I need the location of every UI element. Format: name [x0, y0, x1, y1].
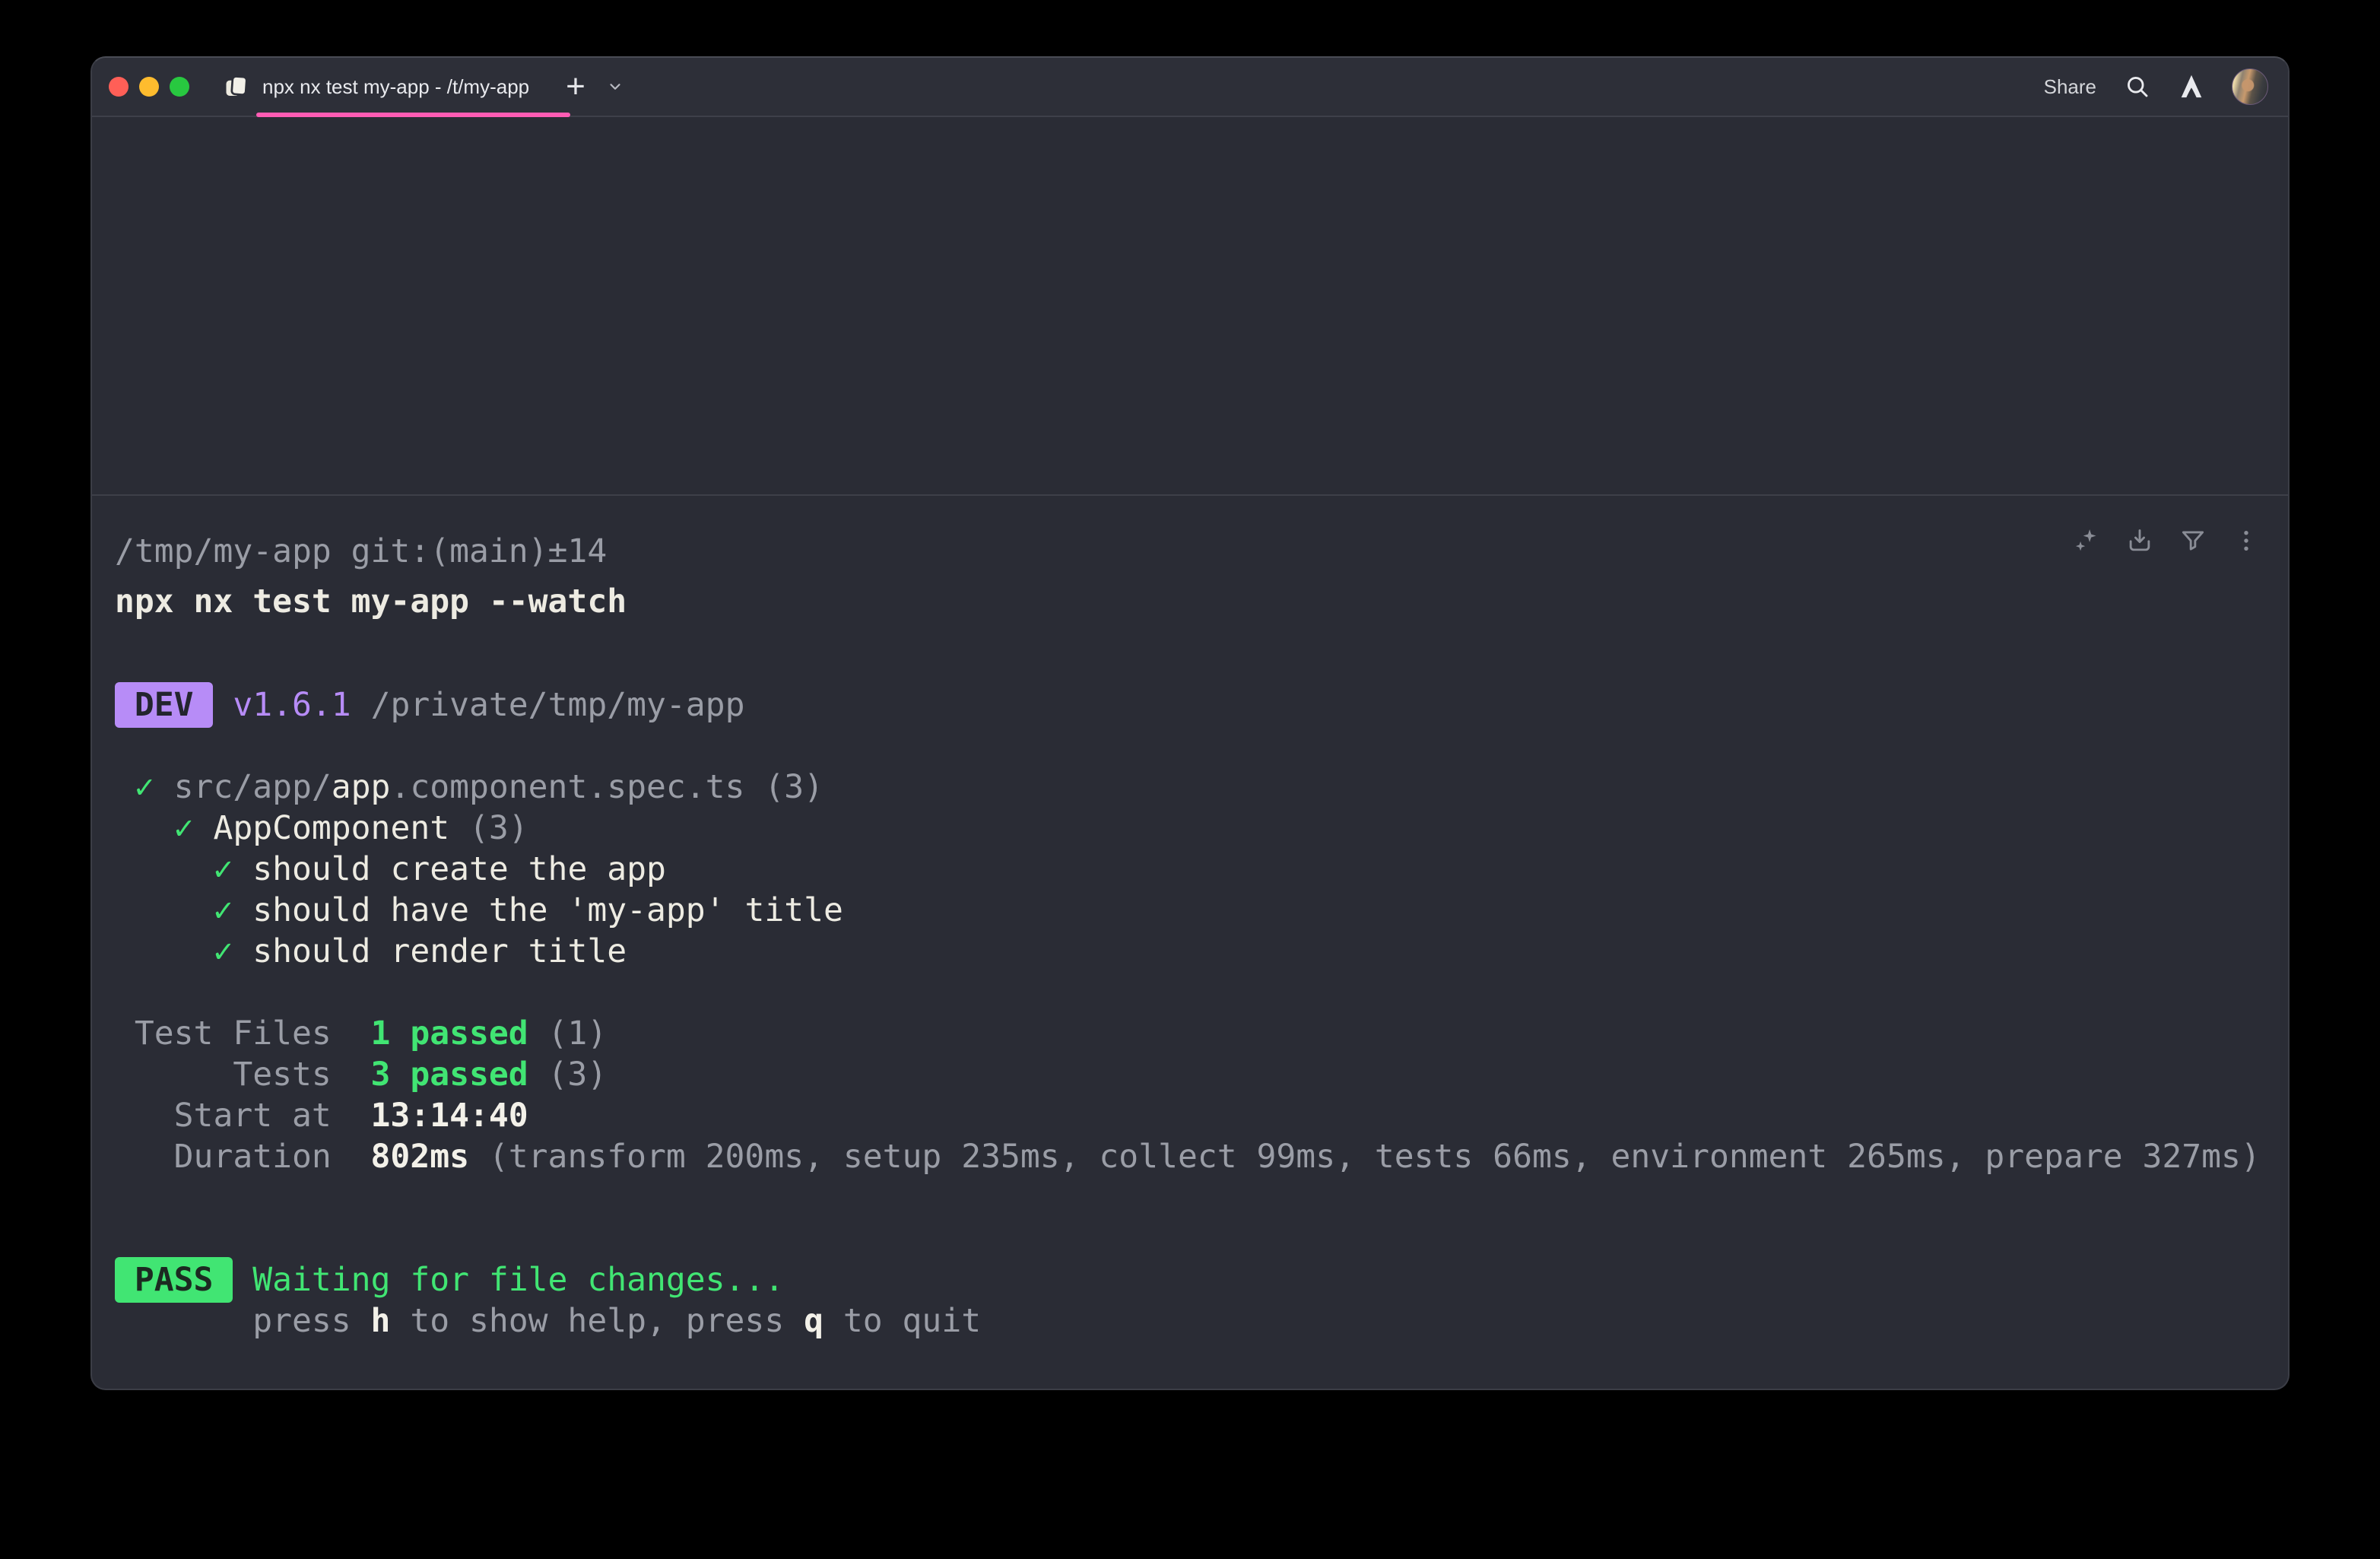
- share-button[interactable]: Share: [2044, 75, 2096, 99]
- terminal-line: Duration 802ms (transform 200ms, setup 2…: [115, 1136, 2268, 1177]
- terminal-text-segment: [154, 768, 174, 806]
- terminal-line: [115, 726, 2268, 767]
- command-block: /tmp/my-app git:(main)±14 npx nx test my…: [92, 496, 2288, 1342]
- terminal-text-segment: h: [371, 1302, 391, 1340]
- terminal-line: Tests 3 passed (3): [115, 1054, 2268, 1095]
- terminal-text-segment: [233, 891, 252, 929]
- terminal-line: [115, 1218, 2268, 1259]
- terminal-text-segment: (3): [744, 768, 823, 806]
- active-tab-underline: [256, 113, 570, 117]
- sparkles-icon[interactable]: [2072, 526, 2101, 555]
- pages-icon: [223, 73, 250, 100]
- terminal-text-segment: [115, 932, 213, 970]
- terminal-text-segment: should create the app: [252, 850, 666, 888]
- terminal-line: PASS Waiting for file changes...: [115, 1259, 2268, 1300]
- chevron-down-icon[interactable]: [607, 78, 624, 95]
- terminal-text-segment: ✓: [213, 891, 233, 929]
- terminal-text-segment: (3): [449, 809, 528, 847]
- terminal-text-segment: should have the 'my-app' title: [252, 891, 843, 929]
- terminal-text-segment: Duration: [115, 1138, 371, 1176]
- terminal-output: DEV v1.6.1 /private/tmp/my-app ✓ src/app…: [115, 684, 2268, 1342]
- new-tab-button[interactable]: +: [566, 70, 585, 103]
- terminal-scrollback: [92, 117, 2288, 496]
- warp-logo-icon[interactable]: [2178, 74, 2204, 100]
- filter-icon[interactable]: [2178, 526, 2207, 555]
- terminal-text-segment: [233, 850, 252, 888]
- zoom-button[interactable]: [170, 77, 189, 97]
- terminal-text-segment: [115, 768, 135, 806]
- titlebar-right-controls: Share: [2044, 68, 2268, 105]
- terminal-text-segment: Tests: [115, 1056, 371, 1094]
- terminal-line: press h to show help, press q to quit: [115, 1300, 2268, 1342]
- terminal-text-segment: AppComponent: [213, 809, 449, 847]
- terminal-line: ✓ src/app/app.component.spec.ts (3): [115, 767, 2268, 808]
- terminal-text-segment: ✓: [135, 768, 154, 806]
- title-bar: npx nx test my-app - /t/my-app + Share: [92, 58, 2288, 117]
- terminal-text-segment: to quit: [823, 1302, 981, 1340]
- terminal-line: ✓ should have the 'my-app' title: [115, 890, 2268, 931]
- terminal-text-segment: to show help, press: [390, 1302, 804, 1340]
- terminal-text-segment: [233, 1261, 252, 1299]
- terminal-text-segment: 13:14:40: [371, 1097, 528, 1135]
- terminal-line: ✓ AppComponent (3): [115, 808, 2268, 849]
- search-icon[interactable]: [2124, 73, 2151, 100]
- terminal-text-segment: v1.6.1: [233, 686, 351, 724]
- terminal-line: [115, 1177, 2268, 1218]
- terminal-text-segment: [213, 686, 233, 724]
- active-tab[interactable]: npx nx test my-app - /t/my-app: [218, 58, 534, 116]
- terminal-text-segment: ✓: [174, 809, 194, 847]
- terminal-text-segment: should render title: [252, 932, 627, 970]
- user-avatar[interactable]: [2232, 68, 2268, 105]
- terminal-text-segment: app: [332, 768, 391, 806]
- command-text: npx nx test my-app --watch: [115, 581, 2268, 622]
- terminal-line: Test Files 1 passed (1): [115, 1013, 2268, 1054]
- tab-title: npx nx test my-app - /t/my-app: [262, 75, 529, 99]
- terminal-line: [115, 972, 2268, 1013]
- terminal-line: DEV v1.6.1 /private/tmp/my-app: [115, 684, 2268, 726]
- terminal-window: npx nx test my-app - /t/my-app + Share: [90, 56, 2290, 1390]
- badge-dev: DEV: [115, 682, 213, 728]
- terminal-text-segment: 802ms: [371, 1138, 469, 1176]
- terminal-text-segment: 3 passed: [371, 1056, 528, 1094]
- terminal-text-segment: [115, 891, 213, 929]
- terminal-text-segment: src/app/: [174, 768, 332, 806]
- download-icon[interactable]: [2125, 526, 2154, 555]
- shell-prompt: /tmp/my-app git:(main)±14: [115, 531, 2268, 572]
- badge-pass: PASS: [115, 1257, 233, 1303]
- terminal-text-segment: [194, 809, 214, 847]
- terminal-text-segment: (1): [528, 1014, 608, 1053]
- terminal-text-segment: Test Files: [115, 1014, 371, 1053]
- terminal-text-segment: press: [115, 1302, 371, 1340]
- terminal-line: ✓ should render title: [115, 931, 2268, 972]
- terminal-text-segment: ✓: [213, 850, 233, 888]
- terminal-text-segment: .component.spec.ts: [390, 768, 744, 806]
- terminal-text-segment: Waiting for file changes...: [252, 1261, 784, 1299]
- window-controls: [109, 77, 189, 97]
- block-action-toolbar: [2072, 526, 2261, 555]
- terminal-text-segment: [115, 809, 174, 847]
- terminal-line: Start at 13:14:40: [115, 1095, 2268, 1136]
- minimize-button[interactable]: [139, 77, 159, 97]
- terminal-text-segment: /private/tmp/my-app: [351, 686, 745, 724]
- terminal-text-segment: Start at: [115, 1097, 371, 1135]
- close-button[interactable]: [109, 77, 129, 97]
- terminal-line: ✓ should create the app: [115, 849, 2268, 890]
- terminal-text-segment: [233, 932, 252, 970]
- terminal-text-segment: (3): [528, 1056, 608, 1094]
- terminal-text-segment: 1 passed: [371, 1014, 528, 1053]
- terminal-text-segment: (transform 200ms, setup 235ms, collect 9…: [469, 1138, 2261, 1176]
- kebab-menu-icon[interactable]: [2232, 526, 2261, 555]
- terminal-text-segment: q: [804, 1302, 823, 1340]
- terminal-text-segment: ✓: [213, 932, 233, 970]
- terminal-text-segment: [115, 850, 213, 888]
